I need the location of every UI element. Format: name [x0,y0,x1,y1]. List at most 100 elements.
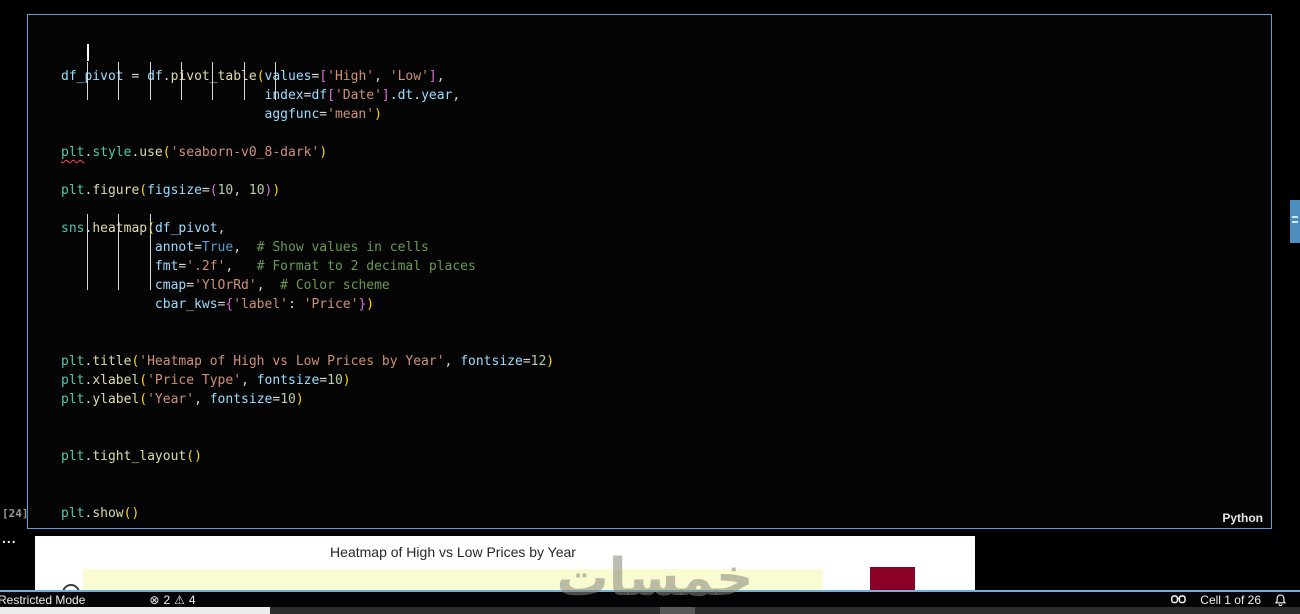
code-token: ( [139,183,148,198]
code-token: = [522,354,531,369]
code-token: sns [61,221,85,236]
code-token: , [452,88,461,103]
vscode-window: [24] ... df_pivot = df.pivot_table(value… [0,0,1300,614]
code-token: 'Price' [303,297,359,312]
code-token: tight_layout [92,449,187,464]
copilot-status[interactable] [1171,594,1186,606]
code-token: ( [186,449,195,464]
code-token: plt [61,392,85,407]
code-token: plt [61,145,85,160]
code-token: = [319,373,328,388]
indent-guide [150,214,151,290]
code-token: = [319,107,328,122]
code-token: df_pivot [61,69,124,84]
code-token: aggfunc [264,107,320,122]
code-line: plt.show() [61,504,1263,523]
cell-indicator[interactable]: Cell 1 of 26 [1200,593,1261,607]
code-token: fmt [154,259,179,274]
cell-language-picker[interactable]: Python [1222,511,1263,525]
code-token: 'Year' [147,392,195,407]
toolbar-glyph [1292,221,1298,223]
problems-indicator[interactable]: ⊗ 2 ⚠ 4 [149,593,195,607]
notifications-bell[interactable] [1275,593,1286,606]
code-token: 'Date' [334,88,382,103]
code-token: xlabel [92,373,140,388]
cell-overflow-menu[interactable]: ... [2,530,17,546]
scrollbar-marker [660,607,695,614]
code-editor[interactable]: df_pivot = df.pivot_table(values=['High'… [61,29,1263,521]
bottom-scrollbar-strip[interactable] [0,607,1300,614]
code-token: # Show values in cells [256,240,429,255]
code-token: figure [92,183,140,198]
code-token: # Format to 2 decimal places [256,259,476,274]
code-token: , [217,221,226,236]
code-line: sns.heatmap(df_pivot, [61,219,1263,238]
code-token: figsize [147,183,202,198]
code-token: 'label' [233,297,288,312]
code-lines: df_pivot = df.pivot_table(values=['High'… [61,67,1263,523]
code-line: plt.ylabel('Year', fontsize=10) [61,390,1263,409]
warning-count: 4 [188,592,196,607]
restricted-mode-indicator[interactable]: Restricted Mode [0,593,85,607]
cell-toolbar-clipped[interactable] [1290,200,1300,243]
code-token: ) [374,107,382,122]
code-token: . [413,88,422,103]
code-token: ) [319,145,328,160]
indent-guide [87,214,88,290]
code-token: = [272,392,281,407]
code-token: 'YlOrRd' [194,278,257,293]
code-token: , [194,392,210,407]
code-token: fontsize [460,354,523,369]
code-token: style [92,145,132,160]
indent-guide [150,62,151,100]
error-count: 2 [163,592,171,607]
code-token: show [92,506,124,521]
code-line: cmap='YlOrRd', # Color scheme [61,276,1263,295]
colorbar-top [870,567,915,591]
notebook-code-cell[interactable]: df_pivot = df.pivot_table(values=['High'… [27,14,1272,529]
code-token: ) [295,392,304,407]
indent-guide [87,62,88,100]
code-token: fontsize [209,392,273,407]
code-token: ) [272,183,281,198]
code-token: plt [61,183,85,198]
watermark-text: خمسات [556,548,754,608]
code-token: , [436,69,445,84]
code-token: = [194,240,202,255]
indent-guide [118,214,119,290]
scrollbar-thumb[interactable] [0,607,270,614]
code-token: cmap [154,278,187,293]
code-token: title [92,354,132,369]
code-token: dt [397,88,414,103]
code-token: annot [154,240,195,255]
code-token: 'High' [327,69,375,84]
code-token: heatmap [92,221,148,236]
code-token: : [288,297,304,312]
code-token: ] [381,88,390,103]
indent-guide [244,62,245,100]
warning-icon: ⚠ [174,592,185,607]
error-squiggle: __ [87,58,100,64]
code-token: ) [366,297,375,312]
copilot-icon [1171,594,1186,603]
code-line: plt.tight_layout() [61,447,1263,466]
code-token: [ [319,69,328,84]
code-line: aggfunc='mean') [61,105,1263,124]
code-token: ( [147,221,155,236]
error-icon: ⊗ [149,592,160,607]
code-token: [ [327,88,335,103]
code-line: index=df['Date'].dt.year, [61,86,1263,105]
code-token: 12 [530,354,547,369]
code-token: ) [131,506,140,521]
code-token: ( [139,373,148,388]
code-token: True [201,240,234,255]
code-token: ( [162,145,171,160]
